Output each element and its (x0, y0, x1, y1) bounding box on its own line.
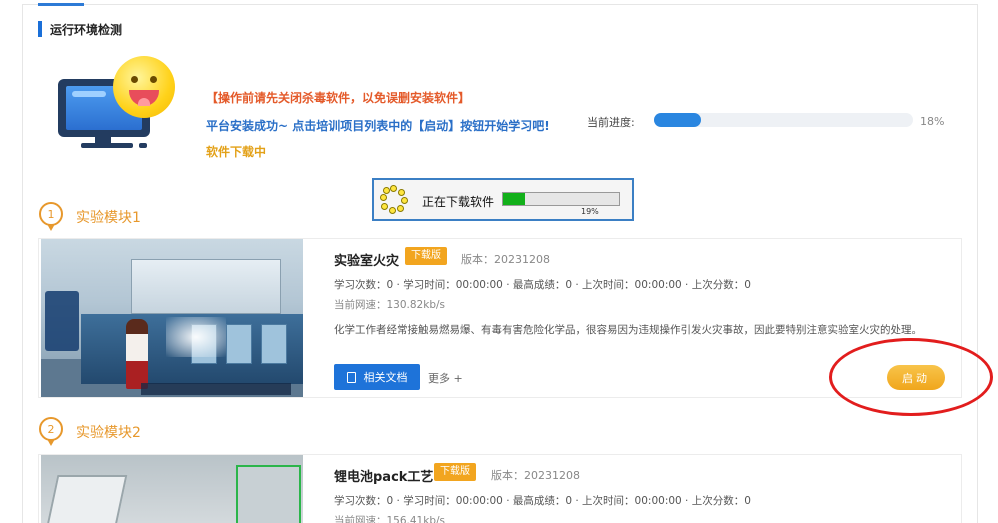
download-progress-bar (502, 192, 620, 206)
download-percent: 19% (581, 207, 599, 216)
environment-illustration (55, 55, 185, 151)
progress-percent: 18% (920, 115, 945, 128)
module-description: 化学工作者经常接触易燃易爆、有毒有害危险化学品，很容易因为违规操作引发火灾事故，… (334, 324, 922, 336)
module-name: 实验室火灾 (334, 254, 400, 269)
smiley-icon (113, 56, 175, 118)
module-version: 版本：20231208 (461, 253, 550, 266)
more-link[interactable]: 更多 + (428, 370, 463, 386)
download-version-badge: 下载版 (405, 247, 447, 265)
module-title: 实验模块1 (76, 210, 141, 226)
download-progress-fill (503, 193, 526, 205)
network-speed: 当前网速：130.82kb/s (334, 299, 445, 311)
loading-spinner-icon (380, 185, 408, 214)
location-pin-icon: 1 (38, 202, 64, 232)
module-header-1: 1 实验模块1 (38, 202, 141, 232)
install-success-message: 平台安装成功~ 点击培训项目列表中的【启动】按钮开始学习吧! (206, 119, 550, 133)
module-card-1: 实验室火灾 下载版 版本：20231208 学习次数：0 · 学习时间：00:0… (38, 238, 962, 398)
download-popup-text: 正在下载软件 (422, 195, 495, 209)
module-header-2: 2 实验模块2 (38, 417, 141, 447)
module-version: 版本：20231208 (491, 469, 580, 482)
download-popup: 正在下载软件 19% (372, 178, 634, 221)
downloading-status: 软件下载中 (206, 145, 267, 159)
location-pin-icon: 2 (38, 417, 64, 447)
tab-indicator (38, 3, 84, 6)
progress-label: 当前进度: (587, 116, 635, 129)
antivirus-warning: 【操作前请先关闭杀毒软件，以免误删安装软件】 (206, 91, 471, 105)
progress-bar (654, 113, 913, 127)
section-header-bar (38, 21, 42, 37)
related-docs-button[interactable]: 相关文档 (334, 364, 420, 390)
module-name: 锂电池pack工艺 (334, 470, 434, 485)
network-speed: 当前网速：156.41kb/s (334, 515, 445, 523)
module-stats: 学习次数：0 · 学习时间：00:00:00 · 最高成绩：0 · 上次时间：0… (334, 495, 751, 507)
section-header: 运行环境检测 (38, 20, 122, 38)
download-version-badge: 下载版 (434, 463, 476, 481)
section-title: 运行环境检测 (50, 22, 123, 37)
module-title: 实验模块2 (76, 425, 141, 441)
module-card-2: 锂电池pack工艺 下载版 版本：20231208 学习次数：0 · 学习时间：… (38, 454, 962, 523)
progress-bar-fill (654, 113, 701, 127)
highlight-annotation (829, 338, 993, 416)
document-icon (346, 371, 356, 383)
module-stats: 学习次数：0 · 学习时间：00:00:00 · 最高成绩：0 · 上次时间：0… (334, 279, 751, 291)
module-thumbnail[interactable] (41, 455, 303, 523)
module-thumbnail[interactable] (41, 239, 303, 397)
